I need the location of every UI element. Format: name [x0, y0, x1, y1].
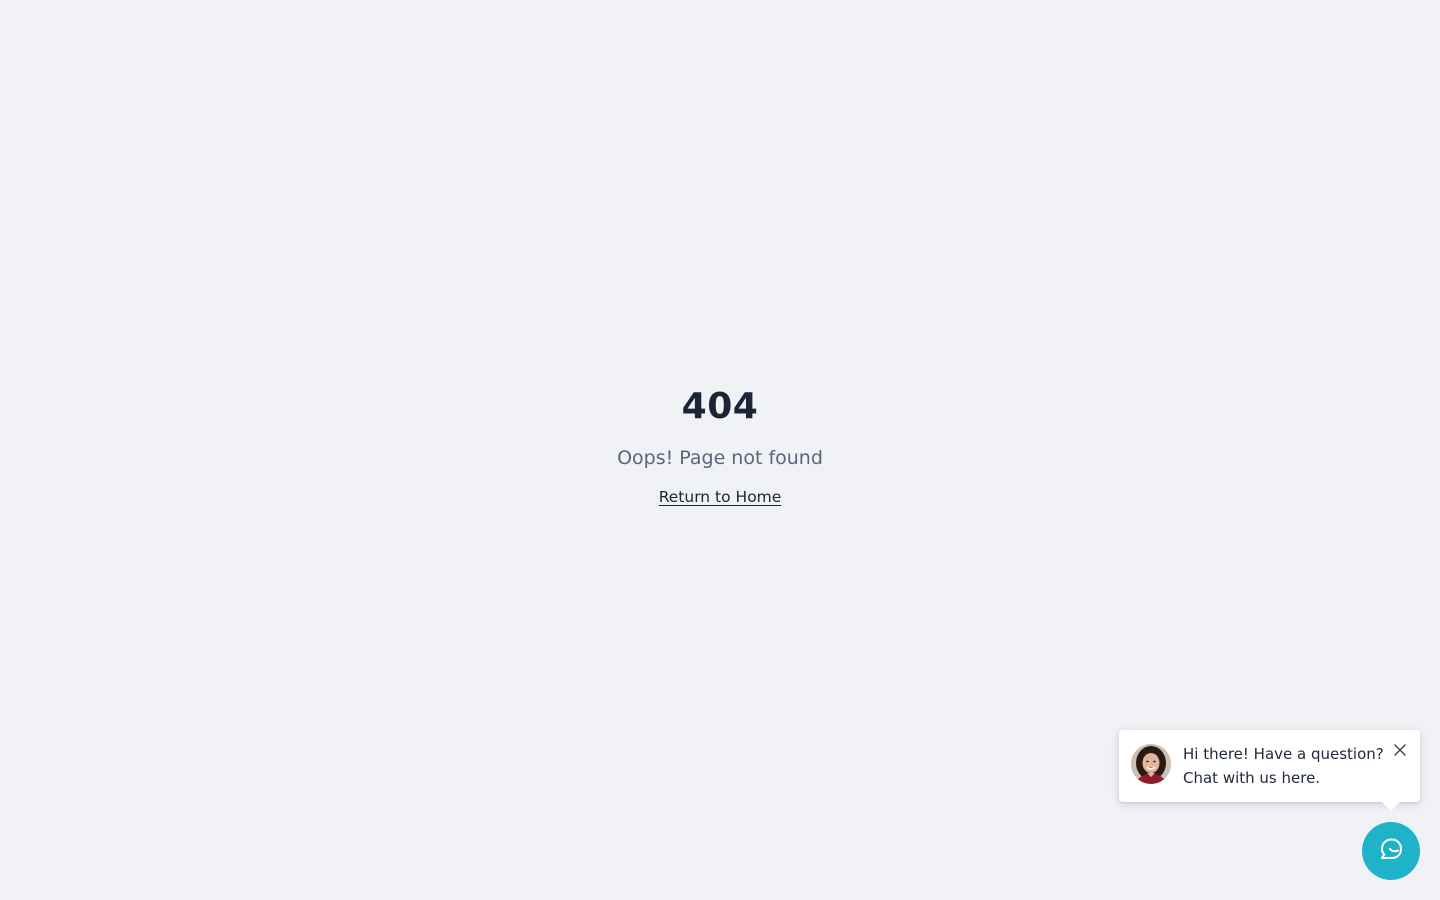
- agent-avatar: [1131, 744, 1171, 784]
- chat-greeting-line-2: Chat with us here.: [1183, 769, 1321, 787]
- not-found-section: 404 Oops! Page not found Return to Home: [0, 385, 1440, 507]
- return-home-link[interactable]: Return to Home: [659, 487, 782, 507]
- error-message: Oops! Page not found: [617, 447, 823, 469]
- close-icon[interactable]: [1391, 741, 1409, 759]
- chat-launcher-button[interactable]: [1362, 822, 1420, 880]
- chat-greeting-text: Hi there! Have a question? Chat with us …: [1183, 742, 1384, 790]
- chat-bubble-icon: [1377, 835, 1405, 868]
- chat-greeting-popup[interactable]: Hi there! Have a question? Chat with us …: [1119, 730, 1420, 811]
- chat-greeting-line-1: Hi there! Have a question?: [1183, 745, 1384, 763]
- error-code: 404: [681, 386, 759, 427]
